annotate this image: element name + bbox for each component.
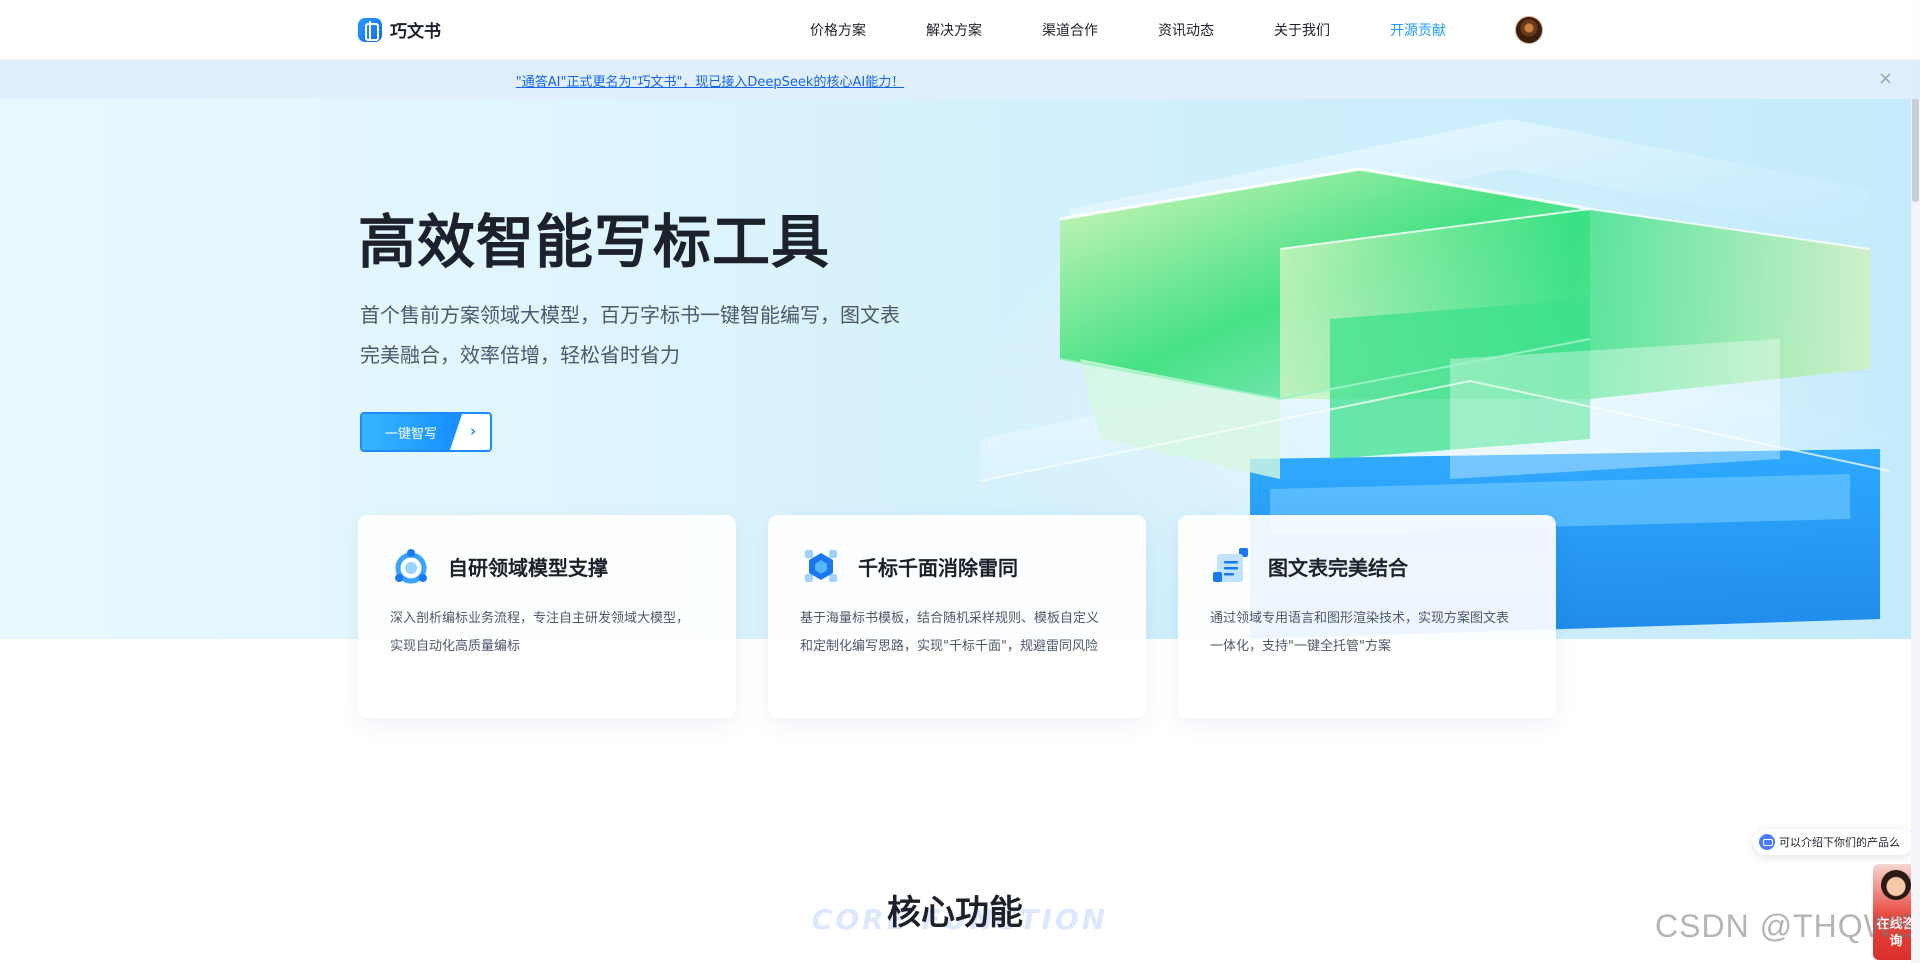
hero-subtitle-line-1: 首个售前方案领域大模型，百万字标书一键智能编写，图文表	[360, 303, 900, 327]
model-icon	[390, 545, 432, 587]
card-head: 图文表完美结合	[1210, 545, 1526, 587]
nav-links: 价格方案 解决方案 渠道合作 资讯动态 关于我们 开源贡献	[780, 0, 1476, 60]
nav-news[interactable]: 资讯动态	[1128, 20, 1244, 40]
card-head: 千标千面消除雷同	[800, 545, 1116, 587]
card-title: 自研领域模型支撑	[448, 555, 608, 580]
brand-logo[interactable]: 巧文书	[358, 17, 441, 42]
nav-open-source[interactable]: 开源贡献	[1360, 20, 1476, 40]
close-icon[interactable]: ×	[1878, 69, 1893, 89]
nav-channel-partners[interactable]: 渠道合作	[1012, 20, 1128, 40]
logo-icon	[358, 17, 382, 42]
brand-name: 巧文书	[390, 22, 441, 42]
card-title: 图文表完美结合	[1268, 555, 1408, 580]
card-head: 自研领域模型支撑	[390, 545, 706, 587]
cube-icon	[800, 545, 842, 587]
hero-subtitle-line-2: 完美融合，效率倍增，轻松省时省力	[360, 343, 680, 367]
feature-card-model: 自研领域模型支撑 深入剖析编标业务流程，专注自主研发领域大模型，实现自动化高质量…	[358, 515, 736, 718]
card-title: 千标千面消除雷同	[858, 555, 1018, 580]
announcement-link[interactable]: "通答AI"正式更名为"巧文书"，现已接入DeepSeek的核心AI能力！	[0, 71, 1420, 90]
chat-prompt-text: 可以介绍下你们的产品么	[1779, 836, 1900, 849]
nav-pricing[interactable]: 价格方案	[780, 20, 896, 40]
smart-write-button[interactable]: 一键智写 ›	[360, 412, 492, 452]
watermark: CSDN @THQWS	[1655, 908, 1918, 944]
hero-subtitle: 首个售前方案领域大模型，百万字标书一键智能编写，图文表 完美融合，效率倍增，轻松…	[360, 295, 920, 375]
feature-card-graphics: 图文表完美结合 通过领域专用语言和图形渲染技术，实现方案图文表一体化，支持"一键…	[1178, 515, 1556, 718]
card-description: 通过领域专用语言和图形渲染技术，实现方案图文表一体化，支持"一键全托管"方案	[1210, 611, 1510, 654]
document-icon	[1210, 545, 1252, 587]
feature-cards: 自研领域模型支撑 深入剖析编标业务流程，专注自主研发领域大模型，实现自动化高质量…	[358, 515, 1556, 718]
card-description: 基于海量标书模板，结合随机采样规则、模板自定义和定制化编写思路，实现"千标千面"…	[800, 611, 1100, 654]
hero-title: 高效智能写标工具	[358, 208, 831, 276]
chat-icon	[1759, 834, 1775, 850]
chat-prompt-bubble[interactable]: 可以介绍下你们的产品么	[1753, 829, 1913, 855]
nav-solutions[interactable]: 解决方案	[896, 20, 1012, 40]
chevron-right-icon: ›	[470, 422, 477, 440]
feature-card-unique: 千标千面消除雷同 基于海量标书模板，结合随机采样规则、模板自定义和定制化编写思路…	[768, 515, 1146, 718]
card-description: 深入剖析编标业务流程，专注自主研发领域大模型，实现自动化高质量编标	[390, 611, 690, 654]
cta-label: 一键智写	[385, 427, 438, 442]
announcement-bar: "通答AI"正式更名为"巧文书"，现已接入DeepSeek的核心AI能力！ ×	[0, 60, 1920, 99]
top-nav: 巧文书 价格方案 解决方案 渠道合作 资讯动态 关于我们 开源贡献	[0, 0, 1920, 60]
core-section-title: 核心功能	[887, 893, 1023, 933]
nav-about[interactable]: 关于我们	[1244, 20, 1360, 40]
agent-avatar	[1881, 870, 1911, 900]
user-avatar[interactable]	[1515, 16, 1543, 44]
